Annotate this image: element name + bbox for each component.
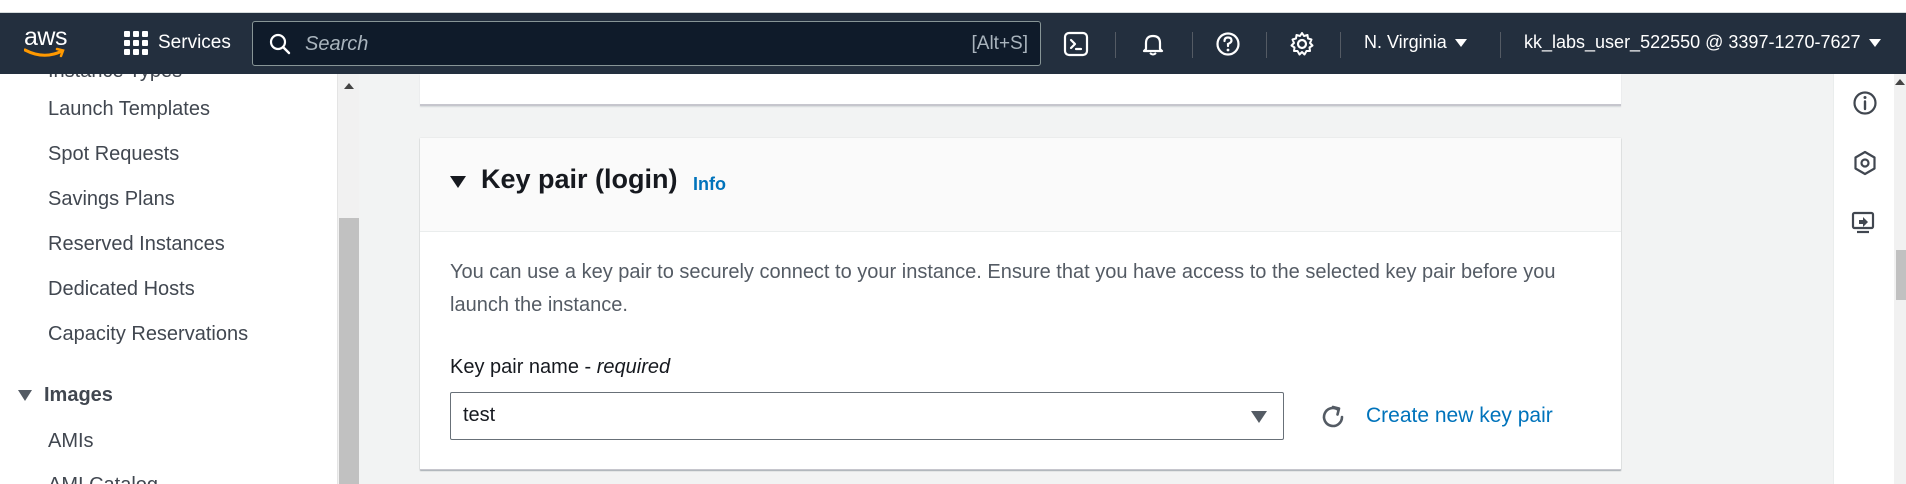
sidebar-item-capacity-reservations[interactable]: Capacity Reservations [48, 323, 248, 346]
sidebar-item-instance-types[interactable]: Instance Types [48, 74, 182, 83]
settings-icon[interactable] [1287, 29, 1317, 59]
nav-divider [1266, 32, 1267, 58]
caret-down-icon [1454, 38, 1467, 47]
caret-down-icon [1868, 38, 1881, 47]
search-input[interactable] [305, 31, 905, 57]
key-pair-card: Key pair (login) Info You can use a key … [420, 138, 1621, 470]
sidebar-item-dedicated-hosts[interactable]: Dedicated Hosts [48, 278, 195, 301]
sidebar-scrollbar-thumb[interactable] [339, 218, 359, 484]
key-pair-select[interactable]: test [450, 392, 1284, 440]
refresh-icon [1322, 405, 1344, 428]
sidebar-item-savings-plans[interactable]: Savings Plans [48, 188, 175, 211]
region-selector[interactable]: N. Virginia [1364, 32, 1467, 53]
right-tools-rail [1833, 74, 1894, 484]
field-label-text: Key pair name - [450, 356, 597, 378]
scroll-up-arrow-icon[interactable] [1895, 79, 1905, 85]
top-navigation-bar: aws Services [Alt+S] [0, 13, 1906, 74]
caret-down-icon [1251, 411, 1267, 423]
services-label: Services [158, 32, 231, 53]
info-link[interactable]: Info [693, 174, 726, 195]
collapse-caret-icon[interactable] [450, 176, 466, 188]
cloudshell-icon[interactable] [1061, 29, 1091, 59]
sidebar-item-reserved-instances[interactable]: Reserved Instances [48, 233, 225, 256]
account-menu[interactable]: kk_labs_user_522550 @ 3397-1270-7627 [1524, 32, 1881, 53]
nav-divider [1340, 32, 1341, 58]
search-shortcut-hint: [Alt+S] [971, 33, 1029, 54]
sidebar-item-spot-requests[interactable]: Spot Requests [48, 143, 179, 166]
info-icon[interactable] [1850, 88, 1880, 118]
nav-divider [1192, 32, 1193, 58]
refresh-button[interactable] [1318, 402, 1348, 432]
account-label: kk_labs_user_522550 @ 3397-1270-7627 [1524, 32, 1861, 52]
sidebar-section-label: Images [44, 384, 113, 406]
key-pair-card-header: Key pair (login) Info [420, 138, 1621, 232]
services-menu-button[interactable]: Services [124, 31, 231, 55]
nav-divider [1115, 32, 1116, 58]
aws-logo[interactable]: aws [24, 25, 76, 59]
search-icon [269, 33, 291, 55]
key-pair-title: Key pair (login) [481, 164, 678, 194]
aws-logo-text: aws [24, 23, 67, 51]
sidebar: Instance Types Launch Templates Spot Req… [0, 74, 337, 484]
field-required-text: required [596, 356, 671, 378]
page-scrollbar[interactable] [1894, 74, 1906, 484]
sidebar-item-launch-templates[interactable]: Launch Templates [48, 98, 210, 121]
bell-icon[interactable] [1138, 29, 1168, 59]
nav-divider [1500, 32, 1501, 58]
sidebar-section-images[interactable]: Images [18, 384, 113, 407]
create-new-key-pair-link[interactable]: Create new key pair [1366, 404, 1553, 428]
search-box[interactable]: [Alt+S] [252, 21, 1041, 66]
help-icon[interactable] [1213, 29, 1243, 59]
key-pair-description: You can use a key pair to securely conne… [450, 261, 1556, 316]
region-label: N. Virginia [1364, 32, 1447, 52]
key-pair-name-label: Key pair name - required [450, 356, 670, 379]
caret-down-icon [18, 390, 32, 401]
scroll-up-arrow-icon[interactable] [344, 83, 354, 89]
feedback-icon[interactable] [1850, 208, 1880, 238]
browser-top-strip [0, 0, 1906, 13]
page-scrollbar-thumb[interactable] [1896, 250, 1906, 300]
sidebar-scrollbar[interactable] [337, 74, 359, 484]
key-pair-selected-value: test [463, 404, 496, 426]
previous-section-card [420, 74, 1621, 106]
hexagon-icon[interactable] [1850, 148, 1880, 178]
sidebar-item-amis[interactable]: AMIs [48, 430, 94, 453]
sidebar-item-ami-catalog[interactable]: AMI Catalog [48, 474, 158, 484]
services-grid-icon [124, 31, 148, 55]
